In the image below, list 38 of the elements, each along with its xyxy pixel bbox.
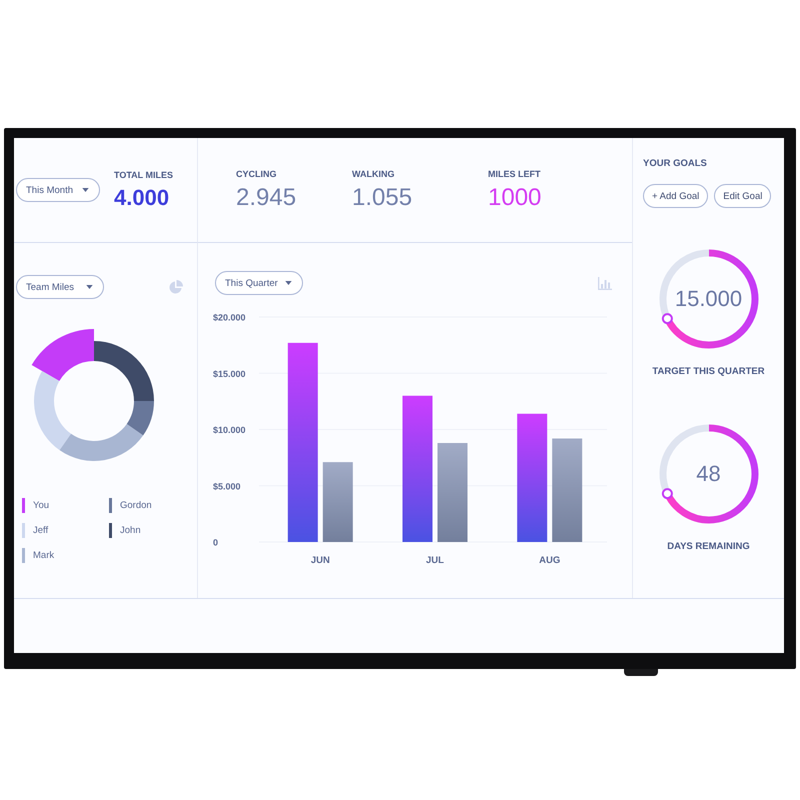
legend-label: Gordon xyxy=(120,500,152,511)
y-axis-label: $5.000 xyxy=(213,481,241,492)
legend-label: Jeff xyxy=(33,525,48,536)
period-dropdown[interactable]: This Month xyxy=(16,178,100,202)
goal-value: 48 xyxy=(695,461,722,487)
x-axis-label: AUG xyxy=(539,555,560,566)
progress-knob-icon xyxy=(661,313,672,324)
goal-label: DAYS REMAINING xyxy=(667,541,750,552)
x-axis-label: JUL xyxy=(426,555,444,566)
y-axis-label: $15.000 xyxy=(213,368,246,379)
caret-icon xyxy=(86,285,93,289)
caret-icon xyxy=(285,281,292,285)
stat-label: CYCLING xyxy=(236,168,278,178)
bar-chart-icon[interactable] xyxy=(598,276,612,290)
goal-button[interactable]: Edit Goal xyxy=(714,184,772,208)
legend-label: You xyxy=(33,500,50,511)
quarter-dropdown[interactable]: This Quarter xyxy=(215,271,303,295)
pie-chart-icon[interactable] xyxy=(169,280,183,294)
progress-knob-icon xyxy=(661,488,672,500)
stat-value: 2.945 xyxy=(236,184,298,212)
stat-value: 4.000 xyxy=(114,184,170,210)
stat-value: 1000 xyxy=(488,184,542,212)
x-axis-label: JUN xyxy=(310,555,330,566)
stat-label: WALKING xyxy=(352,168,396,178)
stat-value: 1.055 xyxy=(352,184,414,212)
stat-label: TOTAL MILES xyxy=(114,170,174,180)
y-axis-label: 0 xyxy=(213,538,218,548)
caret-icon xyxy=(82,188,89,192)
goal-label: TARGET THIS QUARTER xyxy=(652,366,765,377)
stat-label: MILES LEFT xyxy=(488,168,542,178)
y-axis-label: $10.000 xyxy=(213,425,246,435)
goal-value: 15.000 xyxy=(674,286,744,312)
section-title: YOUR GOALS xyxy=(643,158,708,169)
team-dropdown[interactable]: Team Miles xyxy=(16,275,104,299)
y-axis-label: $20.000 xyxy=(213,312,246,322)
goal-button[interactable]: + Add Goal xyxy=(643,184,708,208)
legend-label: Mark xyxy=(33,550,54,561)
legend-label: John xyxy=(120,525,141,536)
